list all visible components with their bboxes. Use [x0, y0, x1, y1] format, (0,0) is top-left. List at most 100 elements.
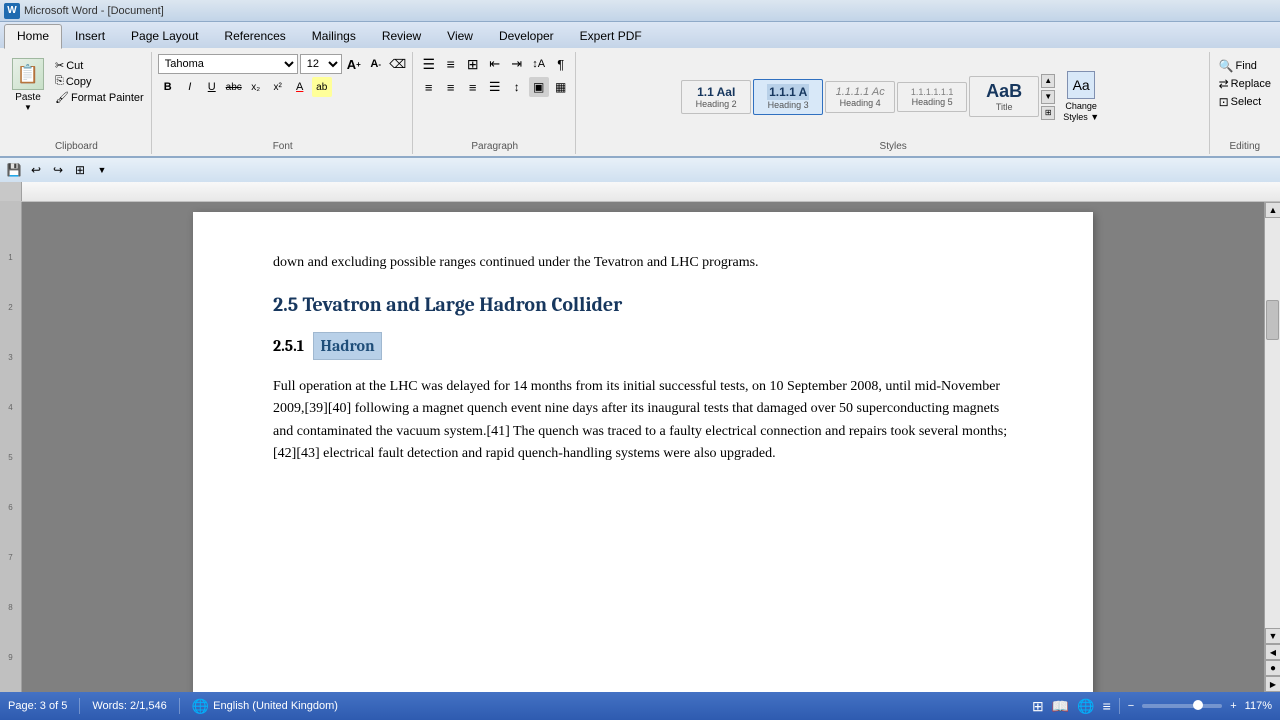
page-indicator[interactable]: Page: 3 of 5 [8, 700, 67, 712]
tab-references[interactable]: References [211, 24, 298, 48]
prev-page-button[interactable]: ◀ [1265, 644, 1280, 660]
align-center-button[interactable]: ≡ [441, 77, 461, 97]
tab-mailings[interactable]: Mailings [299, 24, 369, 48]
quick-access-toolbar: 💾 ↩ ↪ ⊞ ▼ [0, 158, 1280, 182]
status-sep-1 [79, 698, 80, 714]
status-sep-3 [1119, 698, 1120, 714]
tab-insert[interactable]: Insert [62, 24, 118, 48]
language-indicator[interactable]: 🌐 English (United Kingdom) [192, 698, 338, 715]
italic-button[interactable]: I [180, 77, 200, 97]
zoom-plus-icon: + [1230, 700, 1236, 712]
document-page: down and excluding possible ranges conti… [193, 212, 1093, 692]
view-mode-reading[interactable]: 📖 [1052, 698, 1069, 715]
tab-view[interactable]: View [434, 24, 486, 48]
view-mode-web[interactable]: 🌐 [1077, 698, 1094, 715]
tab-review[interactable]: Review [369, 24, 434, 48]
scroll-down-button[interactable]: ▼ [1265, 628, 1280, 644]
title-style[interactable]: AaB Title [969, 76, 1039, 117]
main-area: 1 2 3 4 5 6 7 8 9 down and excluding pos… [0, 202, 1280, 692]
paste-dropdown[interactable]: ▼ [24, 103, 32, 112]
line-spacing-button[interactable]: ↕ [507, 77, 527, 97]
scrollbar-thumb[interactable] [1266, 300, 1279, 340]
sort-button[interactable]: ↕A [529, 54, 549, 74]
font-name-select[interactable]: Tahoma [158, 54, 298, 74]
language-text: English (United Kingdom) [213, 700, 338, 712]
align-right-button[interactable]: ≡ [463, 77, 483, 97]
borders-button[interactable]: ▦ [551, 77, 571, 97]
bullets-button[interactable]: ☰ [419, 54, 439, 74]
decrease-font-button[interactable]: A- [366, 54, 386, 74]
language-icon: 🌐 [192, 698, 209, 715]
increase-font-button[interactable]: A+ [344, 54, 364, 74]
ribbon: 📋 Paste ▼ ✂ Cut ⎘ Copy [0, 48, 1280, 158]
show-formatting-button[interactable]: ¶ [551, 54, 571, 74]
scrollbar-track[interactable] [1265, 218, 1280, 628]
heading4-label: Heading 4 [840, 98, 881, 108]
zoom-text: 117% [1245, 700, 1272, 712]
tab-home[interactable]: Home [4, 24, 62, 49]
heading2-label: Heading 2 [696, 99, 737, 109]
scroll-up-button[interactable]: ▲ [1265, 202, 1280, 218]
paste-icon: 📋 [12, 58, 44, 90]
change-styles-button[interactable]: Aa ChangeStyles ▼ [1057, 67, 1105, 127]
left-margin-ruler: 1 2 3 4 5 6 7 8 9 [0, 202, 22, 692]
change-styles-label: ChangeStyles ▼ [1063, 101, 1099, 123]
clear-format-button[interactable]: ⌫ [388, 54, 408, 74]
qa-save[interactable]: 💾 [4, 160, 24, 180]
tab-page-layout[interactable]: Page Layout [118, 24, 211, 48]
ruler [0, 182, 1280, 202]
editing-label: Editing [1216, 139, 1274, 152]
cut-button[interactable]: ✂ Cut [52, 58, 147, 73]
zoom-slider[interactable] [1142, 704, 1222, 708]
font-color-button[interactable]: A [290, 77, 310, 97]
heading4-style[interactable]: 1.1.1.1 Ac Heading 4 [825, 81, 895, 113]
select-button[interactable]: ⊡ Select [1216, 94, 1265, 110]
font-size-select[interactable]: 12 [300, 54, 342, 74]
tab-expert-pdf[interactable]: Expert PDF [567, 24, 655, 48]
styles-scroll-up[interactable]: ▲ [1041, 74, 1055, 88]
zoom-in-button[interactable]: + [1230, 700, 1236, 712]
bold-button[interactable]: B [158, 77, 178, 97]
qa-print[interactable]: ⊞ [70, 160, 90, 180]
section-2-5-title: Tevatron and Large Hadron Collider [303, 293, 623, 316]
next-page-button[interactable]: ▶ [1265, 676, 1280, 692]
align-left-button[interactable]: ≡ [419, 77, 439, 97]
select-browse-button[interactable]: ● [1265, 660, 1280, 676]
multilevel-list-button[interactable]: ⊞ [463, 54, 483, 74]
subscript-button[interactable]: x₂ [246, 77, 266, 97]
replace-button[interactable]: ⇄ Replace [1216, 76, 1274, 92]
qa-redo[interactable]: ↪ [48, 160, 68, 180]
format-painter-icon: 🖌 [55, 91, 69, 104]
heading2-style[interactable]: 1.1 AaI Heading 2 [681, 80, 751, 114]
justify-button[interactable]: ☰ [485, 77, 505, 97]
superscript-button[interactable]: x² [268, 77, 288, 97]
view-mode-outline[interactable]: ≡ [1103, 698, 1111, 714]
styles-scroll-down[interactable]: ▼ [1041, 90, 1055, 104]
strikethrough-button[interactable]: abc [224, 77, 244, 97]
copy-button[interactable]: ⎘ Copy [52, 74, 147, 89]
document-area[interactable]: down and excluding possible ranges conti… [22, 202, 1264, 692]
decrease-indent-button[interactable]: ⇤ [485, 54, 505, 74]
change-styles-icon: Aa [1067, 71, 1095, 99]
ruler-track [22, 182, 1280, 201]
heading3-style[interactable]: 1.1.1 A Heading 3 [753, 79, 823, 115]
find-button[interactable]: 🔍 Find [1216, 58, 1260, 74]
highlight-button[interactable]: ab [312, 77, 332, 97]
zoom-level[interactable]: 117% [1245, 700, 1272, 712]
zoom-out-button[interactable]: − [1128, 700, 1134, 712]
increase-indent-button[interactable]: ⇥ [507, 54, 527, 74]
zoom-thumb[interactable] [1193, 700, 1203, 710]
view-mode-print[interactable]: ⊞ [1032, 698, 1044, 715]
paste-button[interactable]: 📋 Paste ▼ [6, 54, 50, 116]
shading-button[interactable]: ▣ [529, 77, 549, 97]
heading3-label: Heading 3 [768, 100, 809, 110]
qa-dropdown[interactable]: ▼ [92, 160, 112, 180]
tab-developer[interactable]: Developer [486, 24, 567, 48]
underline-button[interactable]: U [202, 77, 222, 97]
heading5-style[interactable]: 1.1.1.1.1.1 Heading 5 [897, 82, 967, 112]
numbering-button[interactable]: ≡ [441, 54, 461, 74]
qa-undo[interactable]: ↩ [26, 160, 46, 180]
styles-expand[interactable]: ⊞ [1041, 106, 1055, 120]
format-painter-button[interactable]: 🖌 Format Painter [52, 90, 147, 105]
word-count[interactable]: Words: 2/1,546 [92, 700, 166, 712]
